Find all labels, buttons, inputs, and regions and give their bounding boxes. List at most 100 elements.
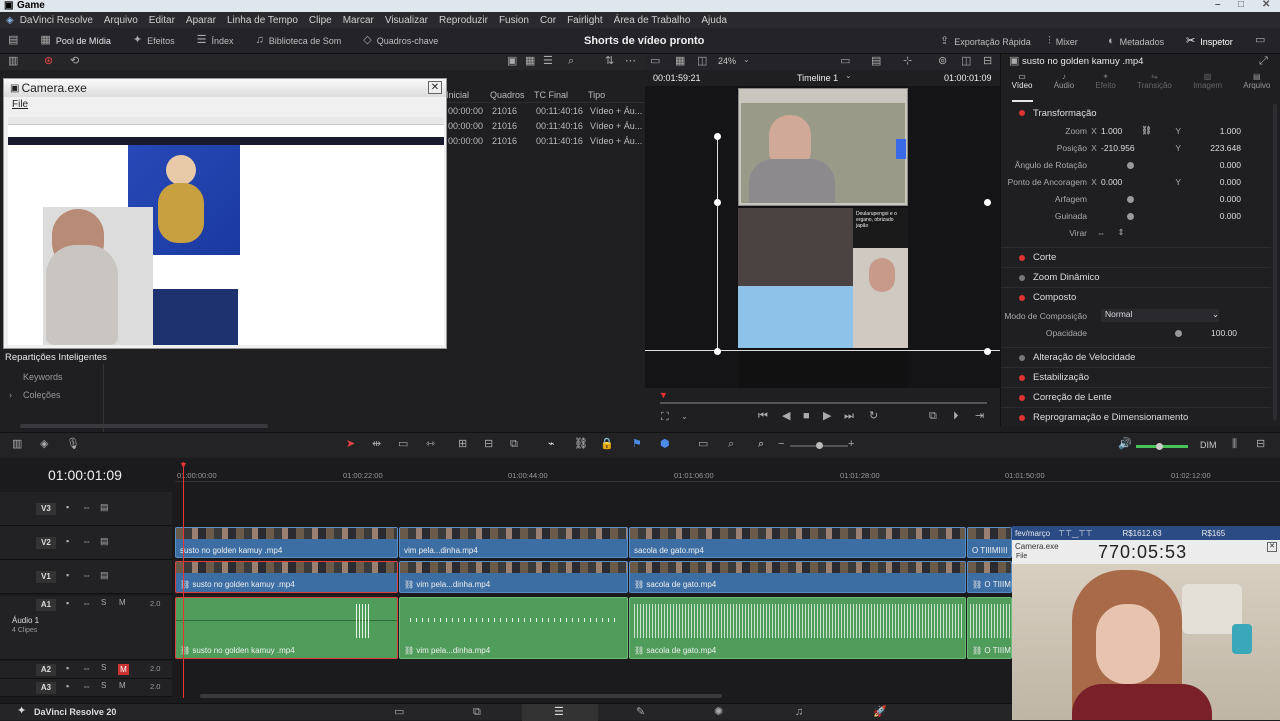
index-button[interactable]: ☰ Índex (197, 35, 234, 46)
playhead-marker-icon[interactable]: ▼ (179, 460, 188, 470)
auto-select-icon[interactable]: ⇔ (82, 571, 91, 580)
crop-mode-icon[interactable]: ⛶ (661, 412, 669, 423)
fusion-page-icon[interactable]: ✎ (636, 707, 645, 718)
zoom-custom-icon[interactable]: ⌕ (758, 439, 764, 450)
auto-select-icon[interactable]: ⇔ (82, 664, 91, 673)
timeline-audio-clip[interactable]: ⛓ O TIIIMIIII (967, 597, 1012, 659)
solo-icon[interactable]: S (101, 599, 106, 607)
menu-color[interactable]: Cor (540, 15, 556, 26)
tab-video[interactable]: ▭ Vídeo (1011, 72, 1033, 102)
zoom-y-value[interactable]: 1.000 (1181, 126, 1241, 136)
scrub-bar[interactable] (660, 402, 987, 404)
timeline-ruler[interactable]: 01:00:00:00 01:00:22:00 01:00:44:00 01:0… (175, 466, 1280, 482)
menu-trim[interactable]: Aparar (186, 15, 216, 26)
crop-section[interactable]: Corte (1001, 247, 1271, 267)
inspector-scrollbar[interactable] (1273, 104, 1277, 420)
speed-change-section[interactable]: Alteração de Velocidade (1001, 347, 1271, 367)
section-enabled-dot[interactable] (1019, 374, 1025, 381)
menu-edit[interactable]: Editar (149, 15, 175, 26)
effects-button[interactable]: ✦ Efeitos (133, 35, 175, 46)
dim-button[interactable]: DIM (1200, 440, 1217, 450)
viewer-canvas[interactable]: Deularupengoi e o ergano, obrizado japão (645, 86, 1000, 388)
dynamic-trim-icon[interactable]: ▭ (398, 439, 408, 450)
bin-icon[interactable]: ⊛ (44, 56, 53, 67)
transform-section[interactable]: Transformação (1001, 104, 1271, 122)
media-page-icon[interactable]: ▭ (394, 707, 404, 718)
timeline-audio-clip[interactable]: ⛓ sacola de gato.mp4 (629, 597, 966, 659)
loop-icon[interactable]: ↻ (869, 411, 878, 422)
tab-file[interactable]: ▤ Arquivo (1243, 72, 1270, 102)
menu-fairlight[interactable]: Fairlight (567, 15, 603, 26)
deliver-page-icon[interactable]: 🚀 (873, 707, 887, 718)
tab-audio[interactable]: ♪ Áudio (1054, 72, 1074, 102)
viewer-mode-icon[interactable]: ◫ (697, 56, 707, 67)
lock-track-icon[interactable]: ▪ (66, 682, 69, 691)
section-enabled-dot[interactable] (1019, 394, 1025, 401)
timeline-dropdown-icon[interactable]: ⌄ (845, 72, 852, 80)
menu-playback[interactable]: Reproduzir (439, 15, 488, 26)
column-header-frames[interactable]: Quadros (490, 90, 534, 100)
lock-track-icon[interactable]: ▪ (66, 503, 69, 512)
thumb-view-icon[interactable]: ▣ (507, 56, 517, 67)
column-header-end-tc[interactable]: TC Final (534, 90, 588, 100)
edit-page-tab[interactable]: ☰ (522, 704, 598, 721)
timeline-audio-clip-selected[interactable]: ⛓ susto no golden kamuy .mp4 (175, 597, 398, 659)
timeline-clip-v2[interactable]: O TIIIMIIII (967, 527, 1012, 558)
viewer-grid-icon[interactable]: ▦ (675, 56, 685, 67)
menu-mark[interactable]: Marcar (343, 15, 374, 26)
column-header-type[interactable]: Tipo (588, 90, 605, 100)
mute-icon[interactable]: M (119, 599, 126, 607)
track-enable-icon[interactable]: ▤ (100, 503, 109, 512)
camera-menu-file[interactable]: File (12, 99, 28, 110)
transform-handle[interactable] (984, 199, 991, 206)
table-row[interactable]: 00:00:00 21016 00:11:40:16 Vídeo + Áu... (448, 133, 645, 148)
auto-select-icon[interactable]: ⇔ (82, 682, 91, 691)
color-page-icon[interactable]: ✺ (714, 707, 723, 718)
timeline-zoom-slider[interactable] (790, 442, 848, 449)
slider-knob[interactable] (1175, 329, 1182, 337)
keywords-item[interactable]: Keywords (23, 372, 63, 382)
auto-select-icon[interactable]: ⇔ (82, 537, 91, 546)
track-header-a3[interactable]: A3 ▪ ⇔ S M 2.0 (0, 679, 172, 697)
close-icon[interactable]: ✕ (1262, 0, 1270, 10)
zoom-in-icon[interactable]: + (848, 439, 854, 450)
stop-icon[interactable]: ■ (803, 411, 810, 422)
track-header-v1[interactable]: V1 ▪ ⇔ ▤ (0, 560, 172, 594)
cut-page-icon[interactable]: ⧉ (473, 707, 481, 718)
opacity-value[interactable]: 100.00 (1182, 328, 1237, 338)
section-enabled-dot[interactable] (1019, 414, 1025, 421)
section-enabled-dot[interactable] (1019, 110, 1025, 116)
flip-horizontal-icon[interactable]: ⇔ (1097, 228, 1106, 238)
track-enable-icon[interactable]: ▤ (100, 537, 109, 546)
position-x-value[interactable]: -210.956 (1101, 143, 1161, 153)
timeline-audio-clip[interactable]: ⛓ vim pela...dinha.mp4 (399, 597, 628, 659)
panel-toggle-icon[interactable]: ▤ (8, 35, 18, 46)
table-row[interactable]: 00:00:00 21016 00:11:40:16 Vídeo + Áu... (448, 103, 645, 118)
track-header-v2[interactable]: V2 ▪ ⇔ ▤ (0, 526, 172, 560)
speaker-icon[interactable]: 🔊 (1118, 439, 1132, 450)
sidebar-toggle-icon[interactable]: ▥ (8, 56, 18, 67)
bins-scrollbar[interactable] (20, 424, 268, 428)
transform-handle[interactable] (714, 199, 721, 206)
rotation-value[interactable]: 0.000 (1182, 160, 1241, 170)
stabilization-section[interactable]: Estabilização (1001, 367, 1271, 387)
dynamic-zoom-section[interactable]: Zoom Dinâmico (1001, 267, 1271, 287)
anchor-x-value[interactable]: 0.000 (1101, 177, 1161, 187)
chevron-down-icon[interactable]: ⌄ (743, 56, 750, 64)
timeline-clip-v1[interactable]: ⛓ vim pela...dinha.mp4 (399, 561, 628, 593)
lock-track-icon[interactable]: ▪ (66, 599, 69, 608)
timeline-clip-v2[interactable]: susto no golden kamuy .mp4 (175, 527, 398, 558)
slider-knob[interactable] (1127, 212, 1134, 220)
zoom-full-icon[interactable]: ▭ (698, 439, 708, 450)
link-icon[interactable]: ⛓ (1141, 125, 1161, 136)
lock-icon[interactable]: 🔒 (600, 439, 614, 450)
lock-track-icon[interactable]: ▪ (66, 571, 69, 580)
section-disabled-dot[interactable] (1019, 354, 1025, 361)
collections-item[interactable]: Coleções (23, 390, 61, 400)
inspector-layout-icon[interactable]: ▣ (1009, 56, 1019, 67)
timeline-view-icon[interactable]: ▥ (12, 439, 22, 450)
volume-slider[interactable] (1136, 443, 1188, 450)
collections-chevron-icon[interactable]: › (9, 390, 12, 400)
slider-knob[interactable] (1127, 195, 1134, 203)
inspector-button[interactable]: ✂ Inspetor (1186, 36, 1233, 47)
